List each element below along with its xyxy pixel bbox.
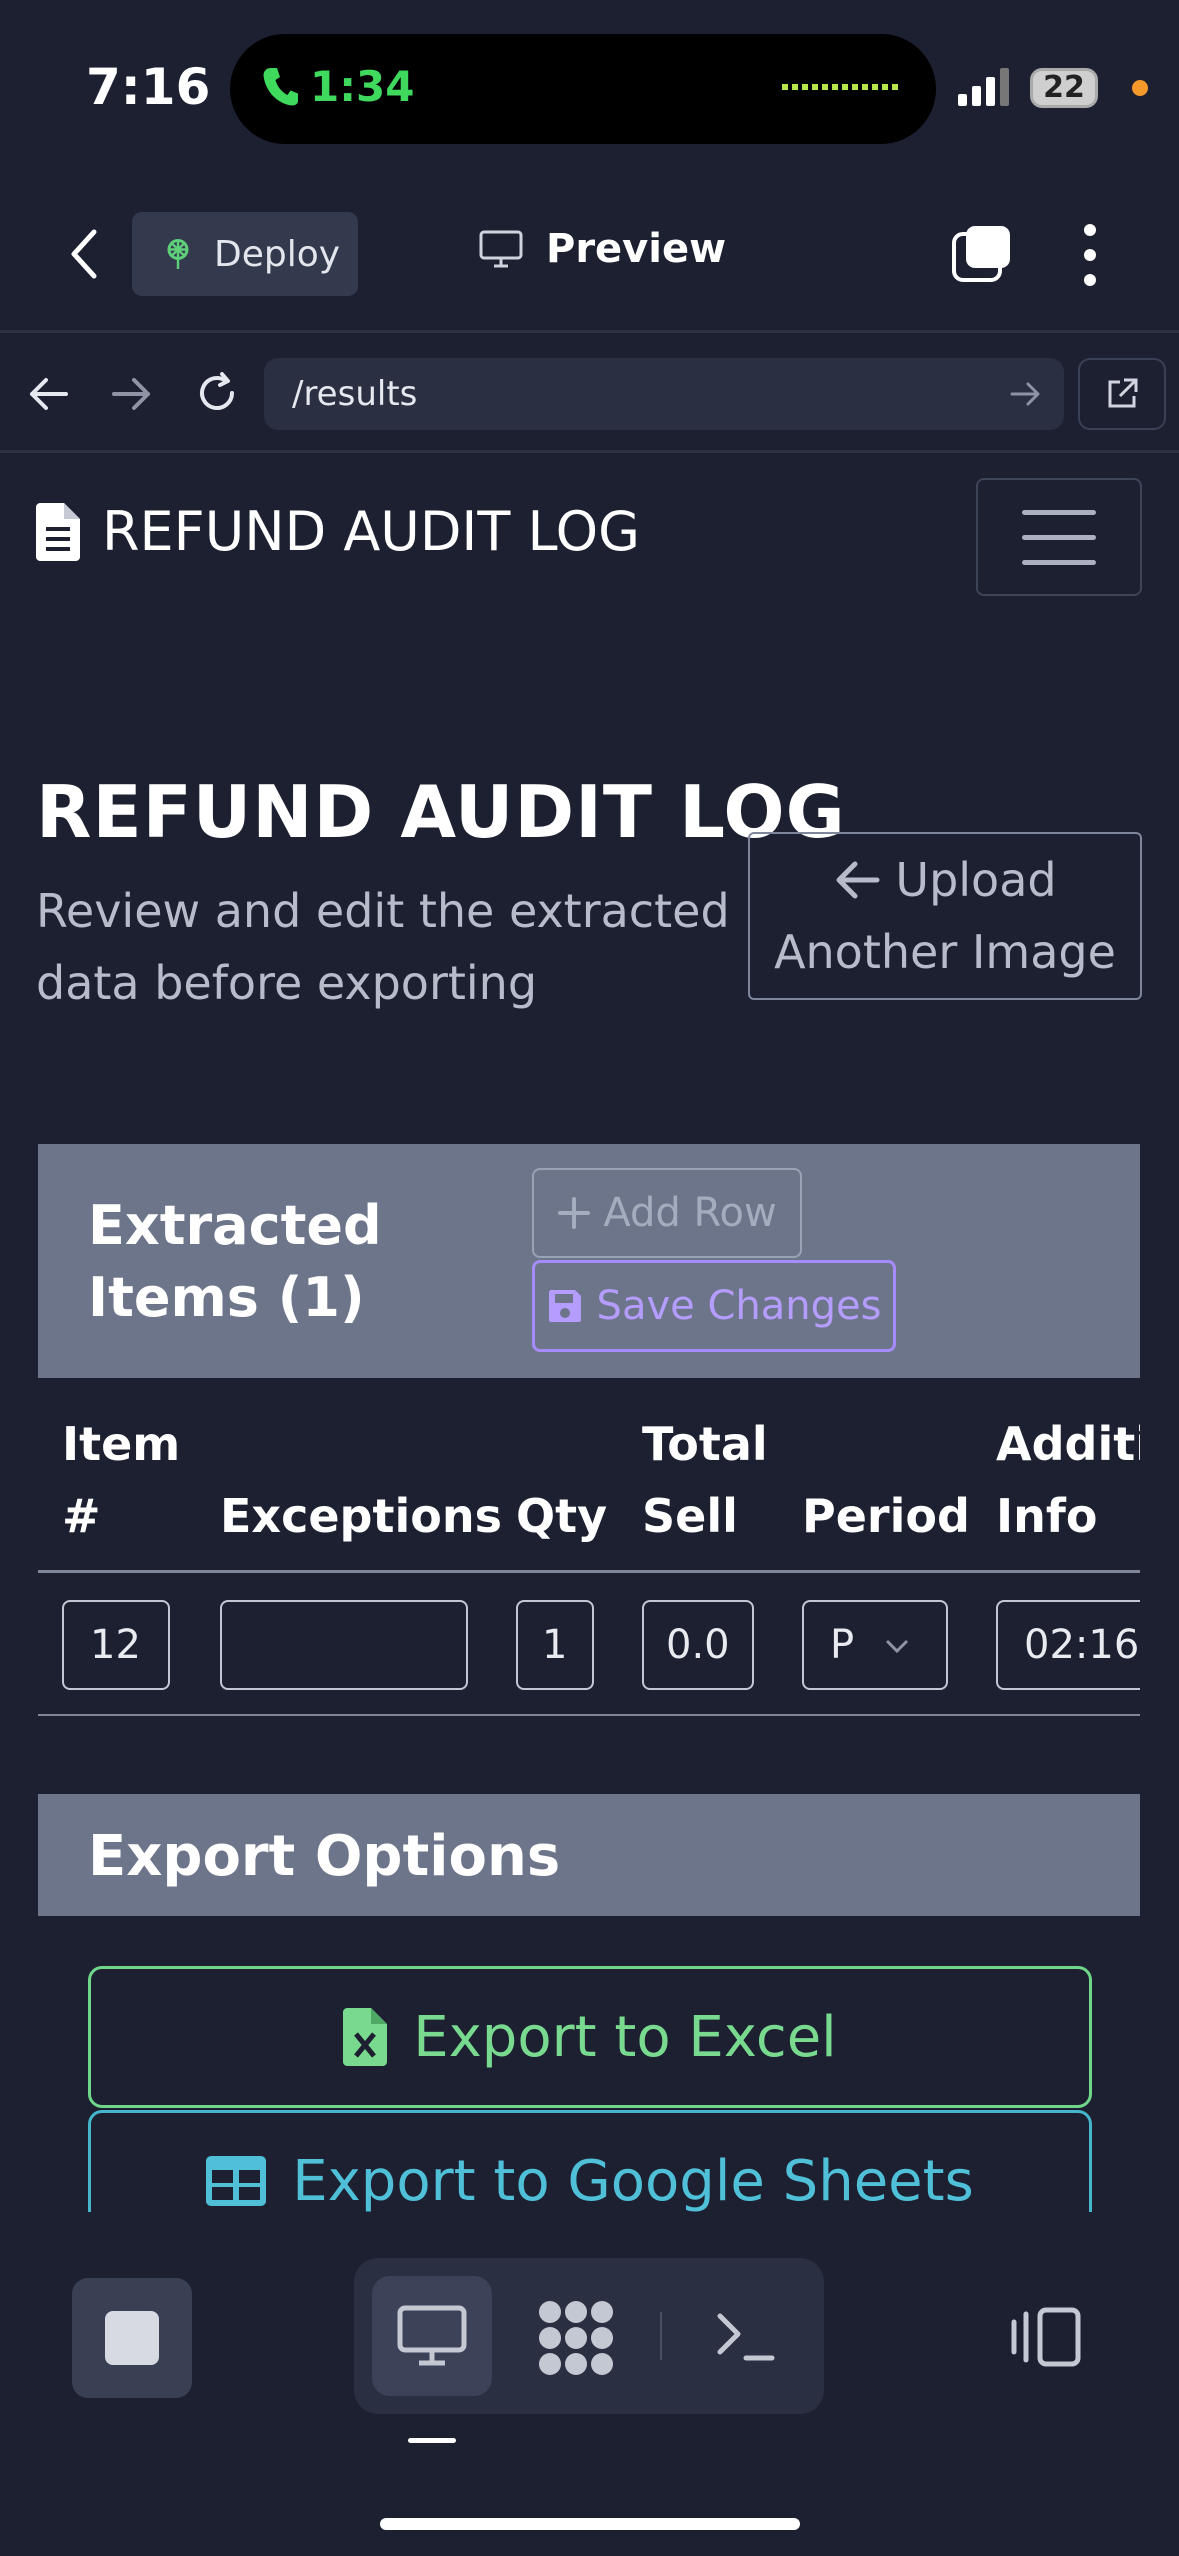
period-select[interactable]: P <box>802 1600 948 1690</box>
additional-info-input[interactable]: 02:16 <box>996 1600 1140 1690</box>
top-divider <box>0 330 1179 333</box>
upload-button-label: Upload Another Image <box>774 853 1116 979</box>
stop-icon <box>105 2311 159 2365</box>
export-google-sheets-button[interactable]: Export to Google Sheets <box>88 2110 1092 2212</box>
export-card-title: Export Options <box>88 1824 561 1889</box>
floppy-disk-icon <box>548 1290 581 1322</box>
battery-indicator: 22 <box>1030 68 1098 108</box>
column-header-total-sell: Total Sell <box>642 1417 768 1543</box>
save-changes-button[interactable]: Save Changes <box>532 1260 896 1352</box>
open-external-button[interactable] <box>1078 358 1166 430</box>
browser-back-icon[interactable] <box>26 374 70 414</box>
brand-label: REFUND AUDIT LOG <box>102 500 640 563</box>
reload-icon[interactable] <box>192 368 242 418</box>
go-arrow-icon[interactable] <box>1010 380 1042 408</box>
desktop-icon <box>397 2305 467 2366</box>
deploy-icon <box>167 239 189 269</box>
add-row-label: Add Row <box>603 1190 777 1236</box>
export-excel-label: Export to Excel <box>413 2004 837 2070</box>
column-header-period: Period <box>802 1489 970 1543</box>
column-header-exceptions: Exceptions <box>220 1489 502 1543</box>
privacy-dot <box>1132 80 1148 96</box>
total-sell-input[interactable]: 0.0 <box>642 1600 754 1690</box>
table-header-divider <box>38 1570 1140 1573</box>
upload-another-image-button[interactable]: Upload Another Image <box>748 832 1142 1000</box>
stop-button[interactable] <box>72 2278 192 2398</box>
monitor-icon <box>479 230 523 268</box>
terminal-icon[interactable] <box>716 2308 776 2364</box>
tabs-icon[interactable] <box>950 222 1014 286</box>
signal-icon <box>958 68 1009 106</box>
more-vertical-icon[interactable] <box>1080 222 1100 288</box>
document-icon <box>36 502 80 561</box>
page-subtitle: Review and edit the extracted data befor… <box>36 884 730 1010</box>
call-duration: 1:34 <box>310 62 415 111</box>
save-changes-label: Save Changes <box>596 1283 882 1329</box>
export-excel-button[interactable]: Export to Excel <box>88 1966 1092 2108</box>
preview-tab[interactable]: Preview <box>478 226 726 272</box>
url-text: /results <box>292 374 418 414</box>
period-value: P <box>830 1622 855 1668</box>
back-chevron-icon[interactable] <box>66 228 102 280</box>
column-header-qty: Qty <box>516 1489 608 1543</box>
arrow-left-icon <box>836 861 880 899</box>
workspace-icon[interactable] <box>536 2298 616 2378</box>
deploy-button[interactable]: Deploy <box>132 212 358 296</box>
desktop-view-button[interactable] <box>372 2276 492 2396</box>
qty-input[interactable]: 1 <box>516 1600 594 1690</box>
hamburger-icon <box>1022 509 1096 515</box>
exceptions-input[interactable] <box>220 1600 468 1690</box>
table-icon <box>206 2156 267 2206</box>
browser-forward-icon[interactable] <box>110 374 154 414</box>
menu-toggle-button[interactable] <box>976 478 1142 596</box>
export-card-body: Export to Excel Export to Google Sheets <box>38 1916 1140 2212</box>
column-header-item: Item # <box>62 1417 181 1543</box>
browser-divider <box>0 450 1179 453</box>
switcher-divider <box>660 2312 662 2360</box>
status-time: 7:16 <box>86 58 211 116</box>
item-number-input[interactable]: 12 <box>62 1600 170 1690</box>
url-bar[interactable]: /results <box>264 358 1064 430</box>
excel-file-icon <box>343 2008 388 2066</box>
plus-icon <box>558 1197 591 1229</box>
chevron-down-icon <box>885 1639 909 1654</box>
split-panel-icon[interactable] <box>1010 2306 1082 2368</box>
phone-icon <box>263 68 298 106</box>
deploy-label: Deploy <box>214 233 341 275</box>
active-view-indicator <box>408 2438 456 2443</box>
audio-waveform-icon <box>782 84 898 90</box>
external-link-icon <box>1108 378 1138 408</box>
export-sheets-label: Export to Google Sheets <box>292 2148 974 2213</box>
page-title: REFUND AUDIT LOG <box>36 770 846 854</box>
add-row-button[interactable]: Add Row <box>532 1168 802 1258</box>
navbar-brand[interactable]: REFUND AUDIT LOG <box>36 500 640 563</box>
items-table: Item # Exceptions Qty Total Sell Period … <box>38 1378 1140 1716</box>
column-header-additional-info: Additi Info <box>996 1417 1140 1543</box>
home-indicator <box>380 2518 800 2530</box>
items-card-title: Extracted Items (1) <box>88 1194 382 1329</box>
preview-label: Preview <box>546 226 727 272</box>
